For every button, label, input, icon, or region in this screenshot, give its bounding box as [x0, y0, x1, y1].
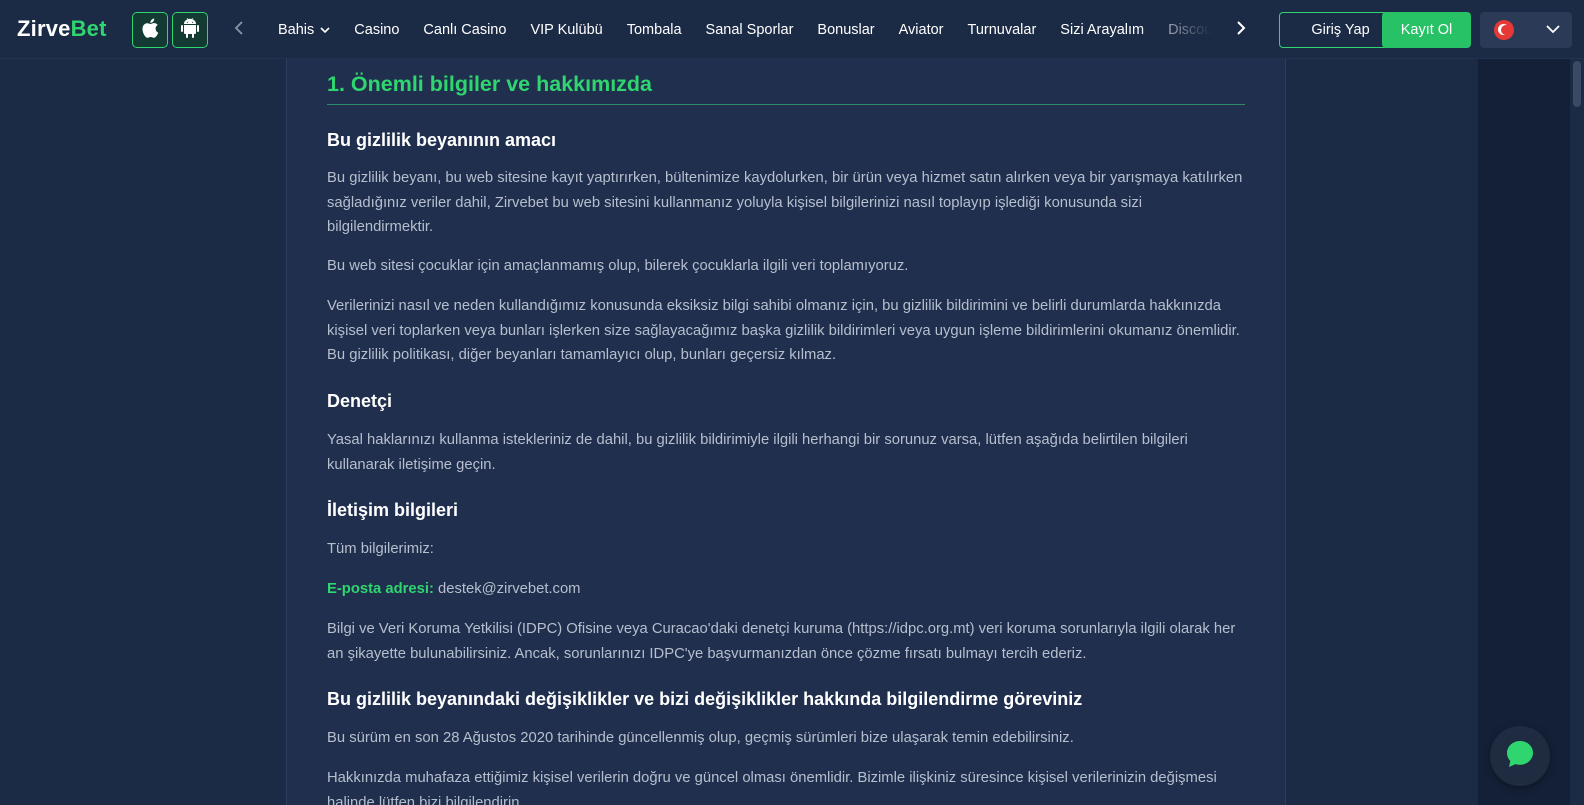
logo-irve: irve: [30, 16, 71, 41]
right-side-panel: [1478, 59, 1570, 805]
language-selector[interactable]: [1480, 12, 1572, 48]
main-navigation: Bahis Casino Canlı Casino VIP Kulübü Tombala…: [266, 0, 1212, 59]
nav-item-label: Discount: [1168, 21, 1212, 38]
top-navigation-bar: Zirve Bet Bahis Casino Canlı Casino VIP Kulü…: [0, 0, 1584, 59]
apple-icon: [141, 18, 159, 43]
nav-item-label: Bonuslar: [817, 21, 875, 38]
email-line: E-posta adresi: destek@zirvebet.com: [327, 577, 1247, 602]
nav-item-casino[interactable]: Casino: [342, 22, 411, 38]
email-label: E-posta adresi:: [327, 581, 434, 597]
turkey-flag-icon: [1494, 20, 1514, 40]
paragraph-changes-1: Bu sürüm en son 28 Ağustos 2020 tarihind…: [327, 730, 1074, 746]
logo-bet: Bet: [70, 16, 107, 41]
nav-scroll-left-button[interactable]: [228, 18, 250, 42]
nav-item-label: Aviator: [898, 21, 944, 38]
chevron-left-icon: [234, 20, 244, 40]
chevron-right-icon: [1236, 20, 1246, 40]
section-title: 1. Önemli bilgiler ve hakkımızda: [327, 72, 653, 96]
nav-item-label: Sizi Arayalım: [1060, 21, 1145, 38]
scrollbar-thumb[interactable]: [1573, 61, 1581, 107]
nav-item-label: Turnuvalar: [967, 21, 1037, 38]
paragraph-purpose-1: Bu gizlilik beyanı, bu web sitesine kayı…: [327, 170, 1243, 236]
nav-item-label: VIP Kulübü: [530, 21, 603, 38]
logo-z: Z: [17, 16, 31, 41]
chevron-down-icon: [320, 22, 330, 38]
android-icon: [181, 17, 199, 43]
nav-item-sanal-sporlar[interactable]: Sanal Sporlar: [694, 22, 806, 38]
nav-scroll-right-button[interactable]: [1230, 18, 1252, 42]
nav-item-turnuvalar[interactable]: Turnuvalar: [956, 22, 1049, 38]
title-divider: [327, 104, 1245, 105]
nav-item-label: Tombala: [626, 21, 682, 38]
nav-item-vip-kulübü[interactable]: VIP Kulübü: [518, 22, 614, 38]
paragraph-contact-1: Tüm bilgilerimiz:: [327, 541, 434, 557]
heading-controller: Denetçi: [327, 391, 393, 411]
nav-item-label: Canlı Casino: [423, 21, 507, 38]
nav-item-sizi-arayalım[interactable]: Sizi Arayalım: [1048, 22, 1156, 38]
email-value[interactable]: destek@zirvebet.com: [434, 581, 581, 597]
heading-purpose: Bu gizlilik beyanının amacı: [327, 130, 557, 150]
paragraph-changes-2: Hakkınızda muhafaza ettiğimiz kişisel ve…: [327, 770, 1217, 805]
heading-changes: Bu gizlilik beyanındaki değişiklikler ve…: [327, 689, 1083, 709]
paragraph-purpose-3: Verilerinizi nasıl ve neden kullandığımı…: [327, 298, 1240, 364]
live-chat-button[interactable]: [1490, 726, 1550, 786]
paragraph-contact-2: Bilgi ve Veri Koruma Yetkilisi (IDPC) Of…: [327, 621, 1236, 662]
nav-item-label: Casino: [354, 21, 400, 38]
nav-item-discount[interactable]: Discount: [1156, 22, 1212, 38]
ios-app-button[interactable]: [132, 12, 168, 48]
chat-bubble-icon: [1504, 738, 1536, 775]
heading-contact: İletişim bilgileri: [327, 500, 459, 520]
page-scrollbar[interactable]: [1570, 59, 1584, 805]
nav-item-label: Sanal Sporlar: [705, 21, 794, 38]
android-app-button[interactable]: [172, 12, 208, 48]
nav-item-canlı-casino[interactable]: Canlı Casino: [411, 22, 518, 38]
chevron-down-icon: [1546, 21, 1560, 39]
nav-item-aviator[interactable]: Aviator: [887, 22, 956, 38]
nav-item-bonuslar[interactable]: Bonuslar: [805, 22, 886, 38]
zirvebet-logo[interactable]: Zirve Bet: [17, 16, 107, 41]
nav-item-label: Bahis: [278, 21, 315, 38]
nav-item-bahis[interactable]: Bahis: [266, 22, 342, 38]
register-button[interactable]: Kayıt Ol: [1382, 12, 1471, 48]
paragraph-controller-1: Yasal haklarınızı kullanma istekleriniz …: [327, 432, 1188, 473]
paragraph-purpose-2: Bu web sitesi çocuklar için amaçlanmamış…: [327, 258, 909, 274]
nav-item-tombala[interactable]: Tombala: [615, 22, 694, 38]
